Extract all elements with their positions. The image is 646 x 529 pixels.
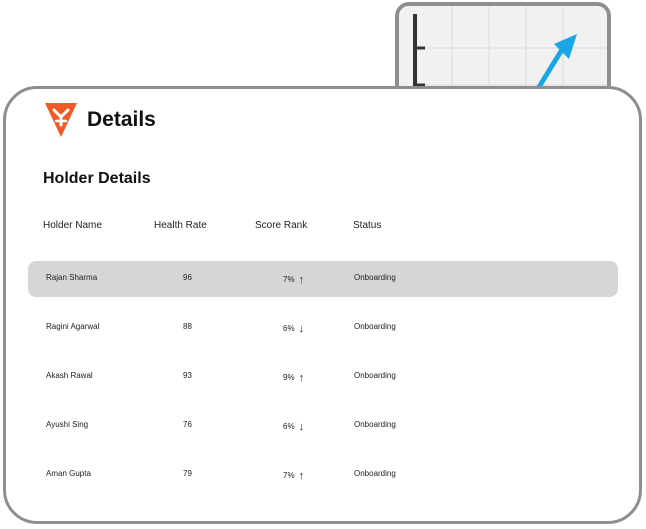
column-header-health-rate: Health Rate (154, 220, 207, 231)
health-rate: 96 (183, 273, 192, 282)
score-rank: 6% ↓ (283, 421, 305, 433)
brand-logo-icon (45, 103, 77, 137)
column-header-score-rank: Score Rank (255, 220, 308, 231)
column-header-status: Status (353, 220, 382, 231)
arrow-up-icon: ↑ (298, 372, 305, 384)
score-rank: 6% ↓ (283, 323, 305, 335)
table-row[interactable]: Rajan Sharma 96 7% ↑ Onboarding (28, 261, 618, 297)
arrow-down-icon: ↓ (298, 323, 305, 335)
table-row[interactable]: Aman Gupta 79 7% ↑ Onboarding (28, 457, 618, 493)
health-rate: 93 (183, 371, 192, 380)
arrow-up-icon: ↑ (298, 470, 305, 482)
status-text: Onboarding (354, 420, 396, 429)
holder-name: Rajan Sharma (46, 273, 98, 282)
arrow-up-icon: ↑ (298, 274, 305, 286)
holder-name: Ragini Agarwal (46, 322, 100, 331)
holder-name: Aman Gupta (46, 469, 91, 478)
status-text: Onboarding (354, 469, 396, 478)
score-rank: 7% ↑ (283, 470, 305, 482)
app-header: Details (45, 103, 156, 137)
holder-name: Ayushi Sing (46, 420, 89, 429)
status-text: Onboarding (354, 273, 396, 282)
score-rank: 9% ↑ (283, 372, 305, 384)
table-row[interactable]: Akash Rawal 93 9% ↑ Onboarding (28, 359, 618, 395)
section-title: Holder Details (43, 170, 151, 187)
column-header-holder-name: Holder Name (43, 220, 102, 231)
table-row[interactable]: Ragini Agarwal 88 6% ↓ Onboarding (28, 310, 618, 346)
arrow-down-icon: ↓ (298, 421, 305, 433)
app-title: Details (87, 108, 156, 131)
health-rate: 79 (183, 469, 192, 478)
score-rank: 7% ↑ (283, 274, 305, 286)
status-text: Onboarding (354, 371, 396, 380)
health-rate: 88 (183, 322, 192, 331)
status-text: Onboarding (354, 322, 396, 331)
table-row[interactable]: Ayushi Sing 76 6% ↓ Onboarding (28, 408, 618, 444)
holder-name: Akash Rawal (46, 371, 93, 380)
health-rate: 76 (183, 420, 192, 429)
